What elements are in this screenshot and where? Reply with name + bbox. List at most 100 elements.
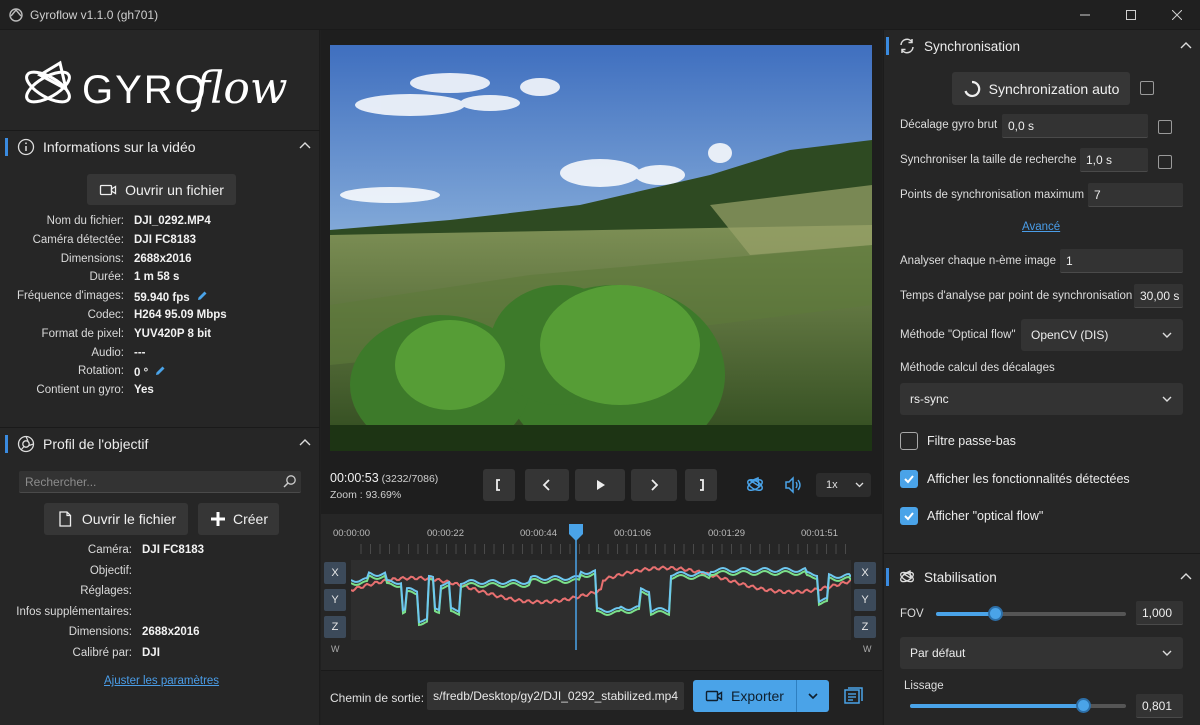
auto-sync-checkbox[interactable] [1140,81,1154,95]
export-options-button[interactable] [797,680,829,712]
axis-toggle-y[interactable]: Y [324,589,346,611]
play-button[interactable] [575,469,625,501]
smoothing-label: Lissage [904,680,944,692]
maximize-icon [1126,10,1136,20]
video-info-header[interactable]: Informations sur la vidéo [0,129,320,165]
info-row: Dimensions: 2688x2016 [0,253,320,271]
max-points-input[interactable] [1088,183,1183,207]
video-preview[interactable] [330,45,872,451]
play-icon [597,480,605,490]
lens-search[interactable] [19,471,301,493]
gyro-offset-input[interactable] [1002,114,1148,138]
smoothing-preset-select[interactable]: Par défaut [900,637,1183,669]
smoothing-slider[interactable] [910,698,1126,713]
adjust-params-link[interactable]: Ajuster les paramètres [104,675,219,687]
analysis-time-input[interactable] [1134,284,1183,308]
set-end-button[interactable] [685,469,717,501]
prev-frame-button[interactable] [525,469,569,501]
render-queue-icon[interactable] [842,685,864,707]
search-icon[interactable] [282,474,297,489]
svg-text:flow: flow [191,63,288,114]
info-row-value: YUV420P 8 bit [134,328,211,340]
search-size-input[interactable] [1080,148,1148,172]
gyro-offset-checkbox[interactable] [1158,120,1172,134]
output-path-input[interactable] [427,682,684,710]
open-file-button[interactable]: Ouvrir un fichier [87,174,236,205]
volume-icon[interactable] [782,474,804,496]
info-row-label: Dimensions: [68,626,132,639]
pencil-icon[interactable] [196,290,208,302]
minimize-button[interactable] [1062,0,1108,30]
info-row-value-text: DJI_0292.MP4 [134,215,211,227]
info-row-label: Durée: [89,271,124,284]
lowpass-row[interactable]: Filtre passe-bas [900,431,1016,451]
analysis-time-field[interactable] [1134,284,1183,308]
playhead[interactable] [566,522,586,652]
playback-speed-select[interactable]: 1x [816,473,871,497]
info-row: Format de pixel: YUV420P 8 bit [0,328,320,346]
offset-method-select[interactable]: rs-sync [900,383,1183,415]
timeline-label: 00:01:29 [708,528,745,539]
axis-toggle-x[interactable]: X [854,562,876,584]
sync-header[interactable]: Synchronisation [884,30,1200,62]
maximize-button[interactable] [1108,0,1154,30]
set-start-button[interactable] [483,469,515,501]
info-row: Dimensions: 2688x2016 [0,626,320,644]
chevron-up-icon[interactable] [1179,39,1193,53]
create-lens-button[interactable]: Créer [198,503,279,535]
fov-slider-handle[interactable] [988,606,1004,621]
fov-field[interactable] [1136,601,1183,625]
stabilization-header[interactable]: Stabilisation [884,561,1200,593]
chevron-up-icon[interactable] [298,436,312,450]
timeline[interactable]: 00:00:00 00:00:22 00:00:44 00:01:06 00:01:29… [321,514,882,670]
close-button[interactable] [1154,0,1200,30]
create-lens-label: Créer [232,511,268,527]
info-row-value: 2688x2016 [142,626,200,638]
fov-input[interactable] [1136,601,1183,625]
info-row: Audio: --- [0,347,320,365]
open-lens-file-button[interactable]: Ouvrir le fichier [44,503,188,535]
smoothing-field[interactable] [1136,694,1183,718]
axis-toggle-z[interactable]: Z [854,616,876,638]
gyro-graph[interactable] [350,560,852,640]
show-features-row[interactable]: Afficher les fonctionnalités détectées [900,469,1130,489]
lens-search-input[interactable] [19,471,269,493]
plus-icon [210,512,225,526]
gyro-offset-field[interactable] [1002,114,1148,138]
axis-toggle-y[interactable]: Y [854,589,876,611]
show-flow-checkbox[interactable] [900,507,918,525]
every-nth-input[interactable] [1060,249,1183,273]
stabilization-toggle-icon[interactable] [744,474,766,496]
info-row-value: DJI FC8183 [142,544,204,556]
show-features-checkbox[interactable] [900,470,918,488]
auto-sync-label: Synchronization auto [988,80,1120,97]
pencil-icon[interactable] [154,365,166,377]
search-size-checkbox[interactable] [1158,155,1172,169]
info-row: Caméra détectée: DJI FC8183 [0,234,320,252]
open-lens-file-label: Ouvrir le fichier [81,511,177,527]
chevron-up-icon[interactable] [298,139,312,153]
chevron-up-icon[interactable] [1179,570,1193,584]
every-nth-field[interactable] [1060,249,1183,273]
search-size-label: Synchroniser la taille de recherche [900,154,1077,166]
info-row-label: Infos supplémentaires: [16,605,132,618]
show-flow-row[interactable]: Afficher "optical flow" [900,506,1043,526]
section-accent [5,435,8,453]
max-points-field[interactable] [1088,183,1183,207]
axis-toggle-z[interactable]: Z [324,616,346,638]
advanced-link[interactable]: Avancé [1022,221,1060,233]
smoothing-slider-handle[interactable] [1075,698,1091,713]
lowpass-checkbox[interactable] [900,432,918,450]
auto-sync-button[interactable]: Synchronization auto [952,72,1130,105]
w-label-right: W [863,644,872,654]
axis-toggle-x[interactable]: X [324,562,346,584]
smoothing-input[interactable] [1136,694,1183,718]
next-frame-button[interactable] [631,469,677,501]
fov-slider[interactable] [936,606,1126,621]
search-size-field[interactable] [1080,148,1148,172]
export-button[interactable]: Exporter [693,680,797,712]
info-row: Contient un gyro: Yes [0,384,320,402]
output-path-field[interactable] [427,682,684,710]
lens-profile-header[interactable]: Profil de l'objectif [0,426,320,462]
optical-flow-select[interactable]: OpenCV (DIS) [1021,319,1183,351]
